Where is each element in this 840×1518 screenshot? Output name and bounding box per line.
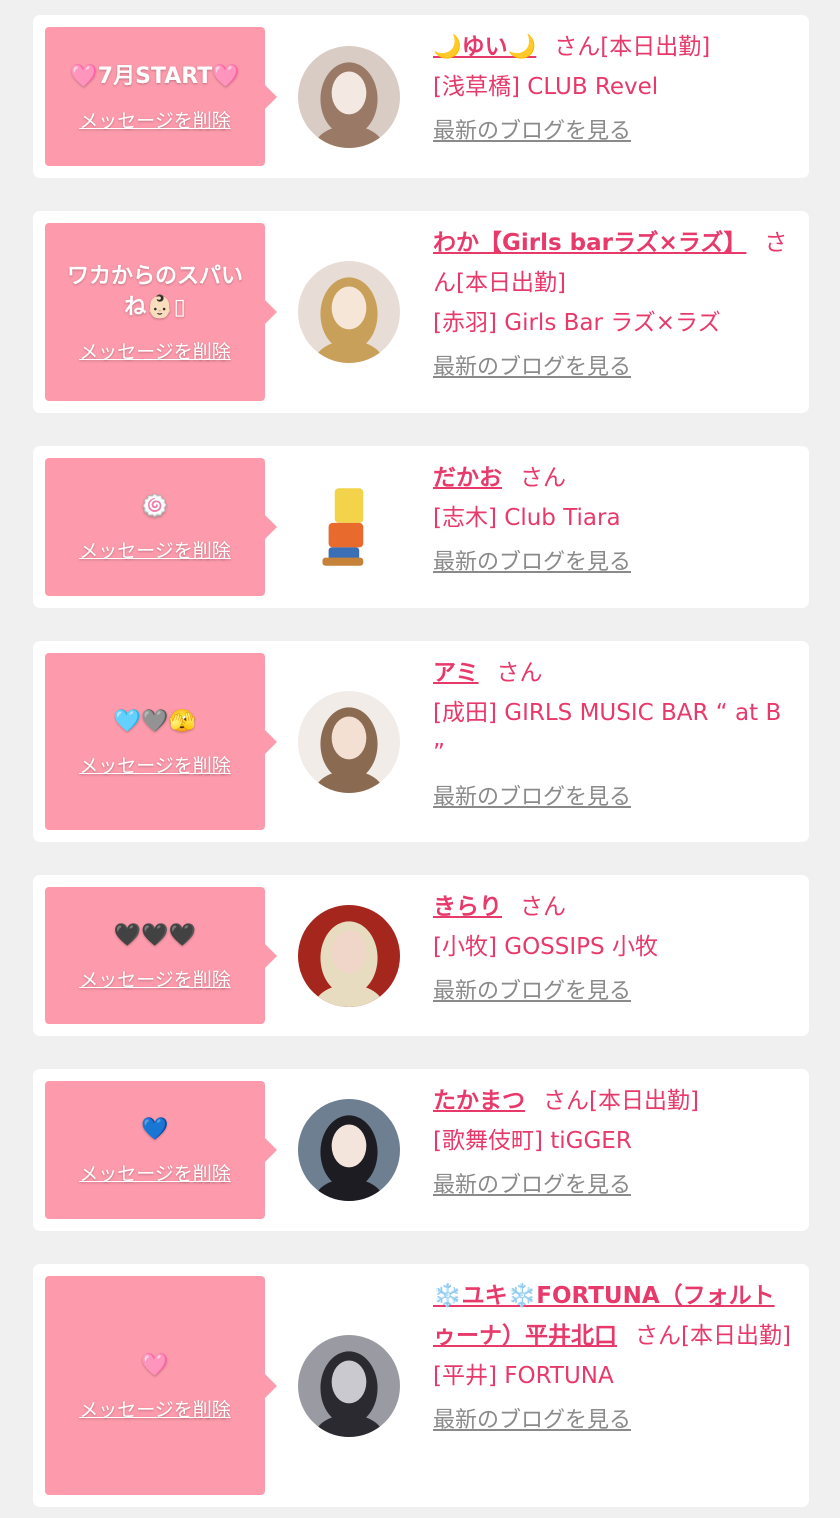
cast-info: たかまつ さん[本日出勤] [歌舞伎町] tiGGER 最新のブログを見る (433, 1069, 809, 1213)
honorific: さん (496, 660, 543, 686)
face-shape (331, 1360, 367, 1403)
photo-avatar-icon (298, 1099, 400, 1201)
delete-message-link[interactable]: メッセージを削除 (79, 337, 231, 364)
latest-blog-link[interactable]: 最新のブログを見る (433, 548, 631, 578)
message-text: 💙 (141, 1117, 169, 1142)
cast-info: きらり さん [小牧] GOSSIPS 小牧 最新のブログを見る (433, 875, 809, 1019)
delete-message-link[interactable]: メッセージを削除 (79, 1395, 231, 1422)
face-shape (331, 930, 367, 973)
avatar[interactable] (298, 261, 400, 363)
message-text: 🩵🩶🫣 (113, 708, 197, 734)
cast-name-link[interactable]: わか【Girls barラズ×ラズ】 (433, 230, 746, 256)
status-badge: [本日出勤] (681, 1323, 791, 1349)
cartoon-avatar-icon (298, 476, 400, 578)
message-card: 🖤🖤🖤 メッセージを削除 きらり さん [小牧] GOSSIPS 小牧 最新のブロ… (33, 875, 809, 1036)
message-card: 💙 メッセージを削除 たかまつ さん[本日出勤] [歌舞伎町] tiGGER 最新… (33, 1069, 809, 1231)
avatar[interactable] (298, 1334, 400, 1437)
honorific: さん (520, 465, 566, 491)
avatar[interactable] (298, 1099, 400, 1201)
cast-name-link[interactable]: たかまつ (433, 1088, 525, 1114)
message-bubble: ワカからのスパいね👶🏻▯ メッセージを削除 (45, 223, 277, 401)
message-text: 🩷7月START🩷 (70, 63, 240, 89)
message-bubble: 🖤🖤🖤 メッセージを削除 (45, 887, 277, 1024)
delete-message-link[interactable]: メッセージを削除 (79, 1159, 231, 1186)
avatar[interactable] (298, 904, 400, 1007)
cast-info: わか【Girls barラズ×ラズ】 さん[本日出勤] [赤羽] Girls Ba… (433, 211, 809, 395)
cast-info: 🌙ゆい🌙 さん[本日出勤] [浅草橋] CLUB Revel 最新のブログを見る (433, 15, 809, 159)
face-shape (331, 1124, 367, 1168)
cast-info: だかお さん [志木] Club Tiara 最新のブログを見る (433, 446, 809, 590)
message-card: 🩵🩶🫣 メッセージを削除 アミ さん [成田] GIRLS MUSIC BAR “… (33, 641, 809, 842)
latest-blog-link[interactable]: 最新のブログを見る (433, 977, 631, 1007)
face-shape (331, 71, 367, 114)
message-bubble: 💙 メッセージを削除 (45, 1081, 277, 1219)
cartoon-shirt (328, 522, 364, 548)
delete-message-link[interactable]: メッセージを削除 (79, 751, 231, 778)
shop-name: [歌舞伎町] tiGGER (433, 1128, 632, 1154)
cast-name-link[interactable]: きらり (433, 894, 502, 920)
shop-name: [平井] FORTUNA (433, 1363, 614, 1389)
message-list: 🩷7月START🩷 メッセージを削除 🌙ゆい🌙 さん[本日出勤] [浅草橋] CL… (0, 0, 840, 1507)
shop-name: [小牧] GOSSIPS 小牧 (433, 934, 658, 960)
message-card: 🩷7月START🩷 メッセージを削除 🌙ゆい🌙 さん[本日出勤] [浅草橋] CL… (33, 15, 809, 178)
latest-blog-link[interactable]: 最新のブログを見る (433, 1406, 631, 1436)
status-badge: [本日出勤] (600, 34, 711, 60)
latest-blog-link[interactable]: 最新のブログを見る (433, 783, 631, 813)
cast-info: ❄️ユキ❄️FORTUNA（フォルトゥーナ）平井北口 さん[本日出勤] [平井] … (433, 1264, 809, 1448)
message-bubble: 🩷7月START🩷 メッセージを削除 (45, 27, 277, 166)
message-bubble: 🩵🩶🫣 メッセージを削除 (45, 653, 277, 830)
photo-avatar-icon (298, 261, 400, 363)
delete-message-link[interactable]: メッセージを削除 (79, 965, 231, 992)
avatar[interactable] (298, 690, 400, 793)
message-text: ワカからのスパいね👶🏻▯ (66, 263, 243, 320)
photo-avatar-icon (298, 1334, 400, 1437)
message-text: 🖤🖤🖤 (113, 922, 197, 948)
honorific: さん (554, 34, 601, 60)
shop-name: [浅草橋] CLUB Revel (433, 74, 659, 100)
face-shape (331, 716, 367, 759)
photo-avatar-icon (298, 690, 400, 793)
photo-avatar-icon (298, 904, 400, 1007)
message-text: 🩷 (141, 1352, 169, 1378)
honorific: さん (520, 894, 566, 920)
cast-name-link[interactable]: アミ (433, 660, 479, 686)
cast-info: アミ さん [成田] GIRLS MUSIC BAR “ at B ” 最新のブロ… (433, 641, 809, 825)
status-badge: [本日出勤] (589, 1088, 699, 1114)
latest-blog-link[interactable]: 最新のブログを見る (433, 117, 631, 147)
latest-blog-link[interactable]: 最新のブログを見る (433, 1171, 631, 1201)
shop-name: [赤羽] Girls Bar ラズ×ラズ (433, 310, 721, 336)
face-shape (331, 286, 367, 330)
cartoon-head (334, 488, 364, 523)
avatar[interactable] (298, 476, 400, 578)
message-card: 🩷 メッセージを削除 ❄️ユキ❄️FORTUNA（フォルトゥーナ）平井北口 さん[… (33, 1264, 809, 1507)
honorific: さん (543, 1088, 589, 1114)
honorific: さん (635, 1323, 681, 1349)
status-badge: [本日出勤] (456, 270, 566, 296)
delete-message-link[interactable]: メッセージを削除 (79, 536, 231, 563)
message-card: ワカからのスパいね👶🏻▯ メッセージを削除 わか【Girls barラズ×ラズ】… (33, 211, 809, 413)
latest-blog-link[interactable]: 最新のブログを見る (433, 353, 631, 383)
message-bubble: 🩷 メッセージを削除 (45, 1276, 277, 1495)
cast-name-link[interactable]: 🌙ゆい🌙 (433, 34, 536, 60)
shop-name: [成田] GIRLS MUSIC BAR “ at B ” (433, 700, 782, 766)
message-text: 🍥 (141, 494, 169, 519)
message-bubble: 🍥 メッセージを削除 (45, 458, 277, 596)
delete-message-link[interactable]: メッセージを削除 (79, 106, 231, 133)
message-card: 🍥 メッセージを削除 だかお さん [志木] Club Tiara 最新のブログを… (33, 446, 809, 608)
skateboard (322, 557, 364, 566)
avatar[interactable] (298, 45, 400, 148)
photo-avatar-icon (298, 45, 400, 148)
cast-name-link[interactable]: だかお (433, 465, 502, 491)
shop-name: [志木] Club Tiara (433, 505, 621, 531)
